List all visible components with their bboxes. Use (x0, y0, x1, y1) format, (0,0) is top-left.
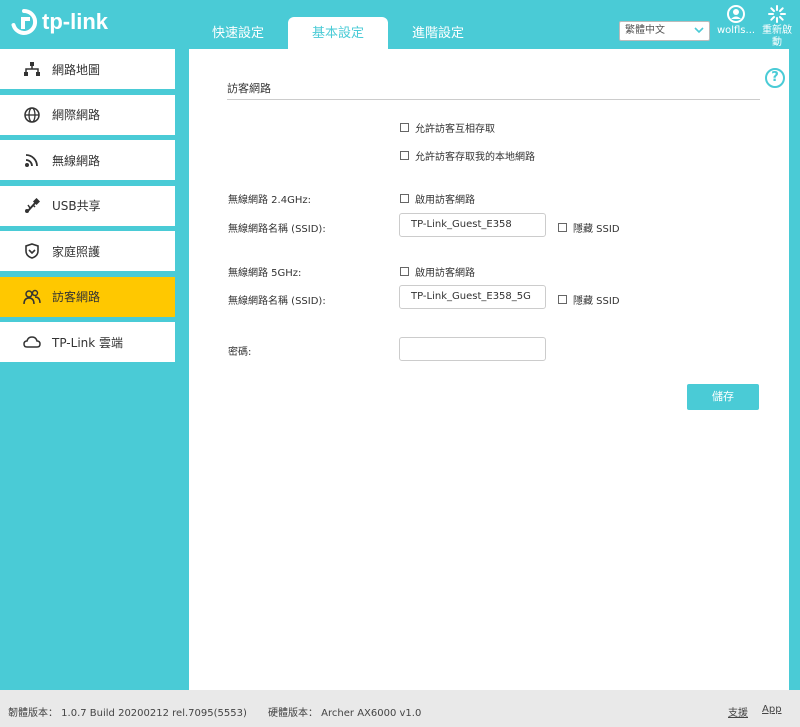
firmware-version: 韌體版本： 1.0.7 Build 20200212 rel.7095(5553… (8, 708, 247, 719)
reboot-button[interactable]: 重新啟動 (760, 4, 794, 49)
usb-icon (23, 197, 41, 215)
guests-icon (23, 288, 41, 306)
sidebar: 網路地圖 網際網路 無線網路 USB共享 家庭照護 訪客網路 TP-Link 雲… (0, 49, 175, 368)
globe-icon (23, 106, 41, 124)
wifi-5ghz-label: 無線網路 5GHz: (228, 268, 302, 279)
sidebar-item-label: 網際網路 (52, 108, 101, 122)
hide-ssid-5ghz-checkbox[interactable]: 隱藏 SSID (558, 292, 620, 307)
network-map-icon (23, 60, 41, 78)
ssid-5ghz-label: 無線網路名稱 (SSID): (228, 296, 326, 307)
ssid-5ghz-input[interactable]: TP-Link_Guest_E358_5G (399, 285, 546, 309)
enable-guest-24ghz-checkbox[interactable]: 啟用訪客網路 (400, 191, 475, 206)
sidebar-item-cloud[interactable]: TP-Link 雲端 (0, 322, 175, 362)
sidebar-item-label: 網路地圖 (52, 62, 101, 77)
chevron-down-icon (694, 27, 704, 34)
checkbox-label: 允許訪客互相存取 (415, 124, 495, 135)
checkbox-box (558, 223, 567, 232)
language-value: 繁體中文 (625, 25, 665, 36)
checkbox-label: 允許訪客存取我的本地網路 (415, 152, 535, 163)
tab-quick-setup[interactable]: 快速設定 (188, 17, 288, 50)
sidebar-item-label: 家庭照護 (52, 244, 101, 259)
enable-guest-5ghz-checkbox[interactable]: 啟用訪客網路 (400, 264, 475, 279)
top-nav: 快速設定 基本設定 進階設定 (188, 17, 488, 50)
checkbox-label: 隱藏 SSID (573, 224, 620, 235)
support-link[interactable]: 支援 (728, 704, 748, 719)
sidebar-item-label: TP-Link 雲端 (52, 335, 124, 350)
tab-advanced[interactable]: 進階設定 (388, 17, 488, 50)
ssid-24ghz-input[interactable]: TP-Link_Guest_E358 (399, 213, 546, 237)
brand-name: tp-link (42, 9, 108, 34)
checkbox-label: 隱藏 SSID (573, 296, 620, 307)
tab-basic[interactable]: 基本設定 (288, 17, 388, 50)
save-button[interactable]: 儲存 (687, 384, 759, 410)
sidebar-item-label: 訪客網路 (52, 290, 101, 304)
sidebar-item-guest-network[interactable]: 訪客網路 (0, 276, 175, 317)
footer: 韌體版本： 1.0.7 Build 20200212 rel.7095(5553… (0, 690, 800, 727)
sidebar-item-label: USB共享 (52, 199, 101, 213)
allow-guests-local-network-checkbox[interactable]: 允許訪客存取我的本地網路 (400, 148, 535, 163)
sidebar-item-wireless[interactable]: 無線網路 (0, 140, 175, 180)
reboot-label: 重新啟動 (762, 25, 792, 48)
checkbox-box (558, 295, 567, 304)
section-title: 訪客網路 (227, 82, 271, 95)
password-label: 密碼: (228, 347, 252, 358)
checkbox-label: 啟用訪客網路 (415, 268, 475, 279)
checkbox-box (400, 194, 409, 203)
sidebar-item-usb[interactable]: USB共享 (0, 185, 175, 226)
sidebar-item-network-map[interactable]: 網路地圖 (0, 49, 175, 89)
app-link[interactable]: App (762, 704, 782, 715)
user-icon (727, 5, 745, 23)
cloud-icon (23, 333, 41, 351)
hide-ssid-24ghz-checkbox[interactable]: 隱藏 SSID (558, 220, 620, 235)
language-select[interactable]: 繁體中文 (619, 21, 710, 41)
section-divider (227, 99, 760, 100)
checkbox-label: 啟用訪客網路 (415, 195, 475, 206)
sidebar-item-label: 無線網路 (52, 153, 101, 168)
user-button[interactable]: wolfls... (716, 4, 756, 36)
sidebar-item-internet[interactable]: 網際網路 (0, 94, 175, 135)
reboot-icon (768, 5, 786, 23)
hardware-version: 硬體版本： Archer AX6000 v1.0 (268, 708, 422, 719)
allow-guests-each-other-checkbox[interactable]: 允許訪客互相存取 (400, 120, 495, 135)
ssid-24ghz-label: 無線網路名稱 (SSID): (228, 224, 326, 235)
help-icon[interactable]: ? (765, 68, 785, 88)
tp-link-logo: tp-link (10, 8, 108, 36)
user-label: wolfls... (716, 25, 756, 36)
checkbox-box (400, 267, 409, 276)
tp-link-logo-icon (11, 8, 38, 35)
checkbox-box (400, 123, 409, 132)
shield-icon (23, 242, 41, 260)
password-input[interactable] (399, 337, 546, 361)
sidebar-item-homecare[interactable]: 家庭照護 (0, 231, 175, 271)
checkbox-box (400, 151, 409, 160)
wifi-24ghz-label: 無線網路 2.4GHz: (228, 195, 311, 206)
main-panel: ? 訪客網路 允許訪客互相存取 允許訪客存取我的本地網路 無線網路 2.4GHz… (189, 49, 789, 690)
wireless-icon (23, 151, 41, 169)
